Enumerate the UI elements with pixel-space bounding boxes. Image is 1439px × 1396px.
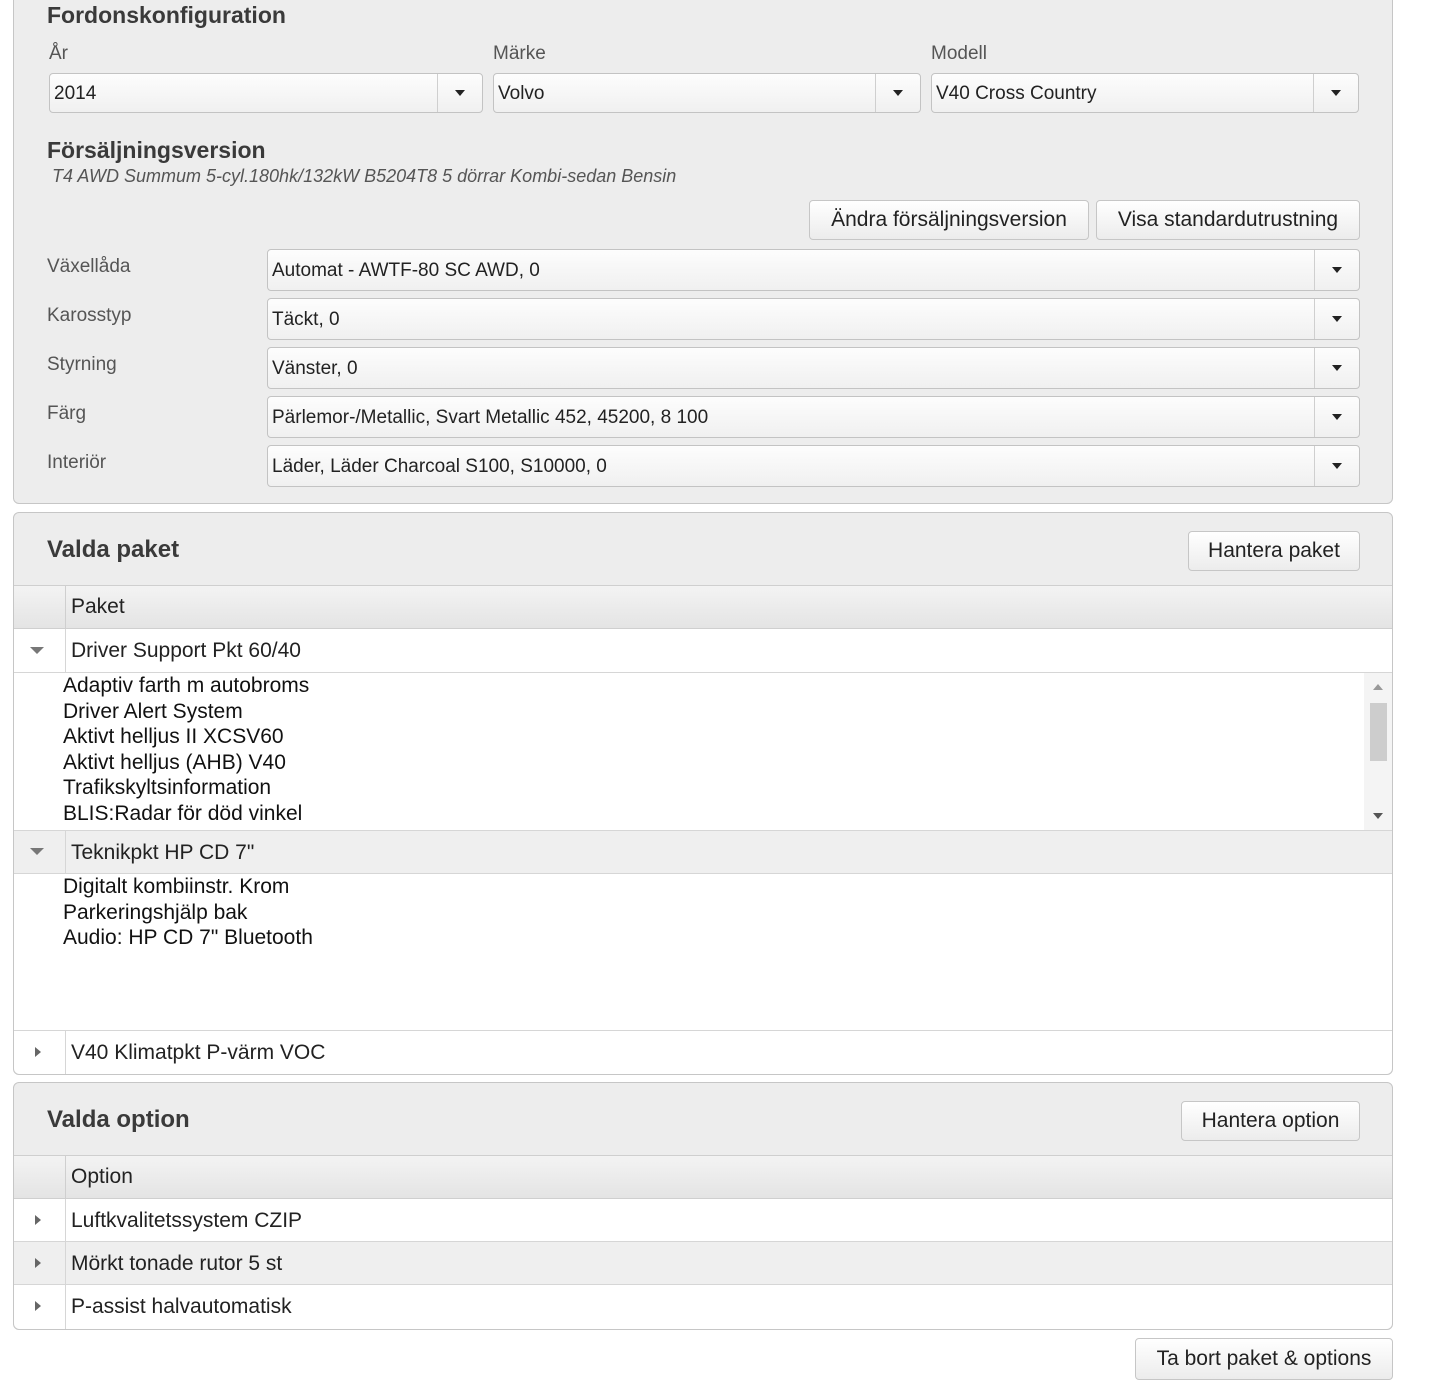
chevron-down-icon	[1332, 316, 1342, 322]
year-select[interactable]: 2014	[49, 73, 483, 113]
chevron-down-icon	[455, 90, 465, 96]
chevron-right-icon	[35, 1215, 41, 1225]
remove-packages-options-button[interactable]: Ta bort paket & options	[1135, 1338, 1393, 1380]
option-row[interactable]: Mörkt tonade rutor 5 st	[14, 1242, 1392, 1285]
package-item: Aktivt helljus (AHB) V40	[63, 750, 286, 774]
transmission-value: Automat - AWTF-80 SC AWD, 0	[272, 260, 540, 281]
collapse-toggle[interactable]	[30, 647, 44, 654]
option-row[interactable]: Luftkvalitetssystem CZIP	[14, 1199, 1392, 1242]
transmission-label: Växellåda	[47, 256, 131, 277]
package-name: Teknikpkt HP CD 7"	[65, 831, 254, 873]
package-detail: Digitalt kombiinstr. Krom Parkeringshjäl…	[14, 874, 1392, 1031]
make-select[interactable]: Volvo	[493, 73, 921, 113]
chevron-down-icon	[893, 90, 903, 96]
make-label: Märke	[493, 43, 546, 64]
interior-dropdown-button[interactable]	[1314, 446, 1359, 486]
option-name: Luftkvalitetssystem CZIP	[65, 1199, 302, 1241]
package-row[interactable]: V40 Klimatpkt P-värm VOC	[14, 1031, 1392, 1074]
option-name: Mörkt tonade rutor 5 st	[65, 1242, 282, 1284]
change-sales-version-button[interactable]: Ändra försäljningsversion	[809, 200, 1089, 240]
body-type-select[interactable]: Täckt, 0	[267, 298, 1360, 340]
expand-toggle[interactable]	[35, 1258, 41, 1268]
expand-toggle[interactable]	[35, 1215, 41, 1225]
package-item: Driver Alert System	[63, 699, 243, 723]
package-name: V40 Klimatpkt P-värm VOC	[65, 1031, 325, 1074]
model-select[interactable]: V40 Cross Country	[931, 73, 1359, 113]
model-value: V40 Cross Country	[936, 83, 1097, 104]
interior-value: Läder, Läder Charcoal S100, S10000, 0	[272, 456, 607, 477]
package-row[interactable]: Driver Support Pkt 60/40	[14, 629, 1392, 673]
scroll-up-icon[interactable]	[1373, 684, 1383, 690]
color-value: Pärlemor-/Metallic, Svart Metallic 452, …	[272, 407, 709, 428]
steering-select[interactable]: Vänster, 0	[267, 347, 1360, 389]
model-dropdown-button[interactable]	[1313, 74, 1358, 112]
sales-version-title: Försäljningsversion	[47, 137, 266, 163]
package-item: Aktivt helljus II XCSV60	[63, 725, 284, 749]
scroll-down-icon[interactable]	[1373, 813, 1383, 819]
steering-dropdown-button[interactable]	[1314, 348, 1359, 388]
sales-version-value: T4 AWD Summum 5-cyl.180hk/132kW B5204T8 …	[52, 166, 677, 186]
vehicle-config-panel: Fordonskonfiguration År 2014 Märke Volvo…	[13, 0, 1393, 504]
interior-select[interactable]: Läder, Läder Charcoal S100, S10000, 0	[267, 445, 1360, 487]
color-select[interactable]: Pärlemor-/Metallic, Svart Metallic 452, …	[267, 396, 1360, 438]
collapse-toggle[interactable]	[30, 848, 44, 855]
make-value: Volvo	[498, 83, 545, 104]
year-label: År	[49, 43, 68, 64]
package-detail: Adaptiv farth m autobroms Driver Alert S…	[14, 673, 1392, 831]
option-row[interactable]: P-assist halvautomatisk	[14, 1285, 1392, 1329]
package-items-list: Adaptiv farth m autobroms Driver Alert S…	[63, 673, 309, 827]
chevron-down-icon	[1332, 414, 1342, 420]
year-dropdown-button[interactable]	[437, 74, 482, 112]
chevron-down-icon	[1332, 267, 1342, 273]
scrollbar-thumb[interactable]	[1370, 703, 1387, 761]
year-value: 2014	[54, 83, 97, 104]
model-label: Modell	[931, 43, 987, 64]
chevron-down-icon	[30, 647, 44, 654]
chevron-right-icon	[35, 1047, 41, 1057]
packages-panel: Valda paket Hantera paket Paket Driver S…	[13, 512, 1393, 1075]
packages-column-header[interactable]: Paket	[65, 586, 125, 628]
package-item: Audio: HP CD 7" Bluetooth	[63, 926, 313, 950]
chevron-down-icon	[1331, 90, 1341, 96]
expand-toggle[interactable]	[35, 1301, 41, 1311]
make-dropdown-button[interactable]	[875, 74, 920, 112]
chevron-down-icon	[1332, 463, 1342, 469]
package-items-list: Digitalt kombiinstr. Krom Parkeringshjäl…	[63, 874, 313, 951]
package-item: Trafikskyltsinformation	[63, 776, 272, 800]
transmission-dropdown-button[interactable]	[1314, 250, 1359, 290]
chevron-right-icon	[35, 1301, 41, 1311]
package-item: BLIS:Radar för död vinkel	[63, 801, 303, 825]
vehicle-config-title: Fordonskonfiguration	[47, 2, 286, 28]
package-item: Adaptiv farth m autobroms	[63, 674, 310, 697]
options-panel: Valda option Hantera option Option Luftk…	[13, 1082, 1393, 1330]
transmission-select[interactable]: Automat - AWTF-80 SC AWD, 0	[267, 249, 1360, 291]
expand-toggle[interactable]	[35, 1047, 41, 1057]
color-dropdown-button[interactable]	[1314, 397, 1359, 437]
package-name: Driver Support Pkt 60/40	[65, 629, 301, 672]
package-item: Parkeringshjälp bak	[63, 900, 248, 924]
body-type-dropdown-button[interactable]	[1314, 299, 1359, 339]
manage-options-button[interactable]: Hantera option	[1181, 1101, 1360, 1141]
show-standard-equipment-button[interactable]: Visa standardutrustning	[1096, 200, 1360, 240]
steering-value: Vänster, 0	[272, 358, 358, 379]
chevron-down-icon	[1332, 365, 1342, 371]
steering-label: Styrning	[47, 354, 117, 375]
package-item: Digitalt kombiinstr. Krom	[63, 875, 290, 898]
options-title: Valda option	[47, 1106, 190, 1133]
manage-packages-button[interactable]: Hantera paket	[1188, 531, 1360, 571]
option-name: P-assist halvautomatisk	[65, 1285, 292, 1329]
packages-title: Valda paket	[47, 536, 180, 563]
body-type-value: Täckt, 0	[272, 309, 340, 330]
color-label: Färg	[47, 403, 87, 424]
vertical-scrollbar[interactable]	[1364, 673, 1392, 830]
body-type-label: Karosstyp	[47, 305, 132, 326]
chevron-down-icon	[30, 848, 44, 855]
interior-label: Interiör	[47, 452, 107, 473]
options-column-header[interactable]: Option	[65, 1156, 133, 1198]
packages-grid-header: Paket	[14, 585, 1392, 629]
chevron-right-icon	[35, 1258, 41, 1268]
options-grid-header: Option	[14, 1155, 1392, 1199]
package-row[interactable]: Teknikpkt HP CD 7"	[14, 831, 1392, 874]
